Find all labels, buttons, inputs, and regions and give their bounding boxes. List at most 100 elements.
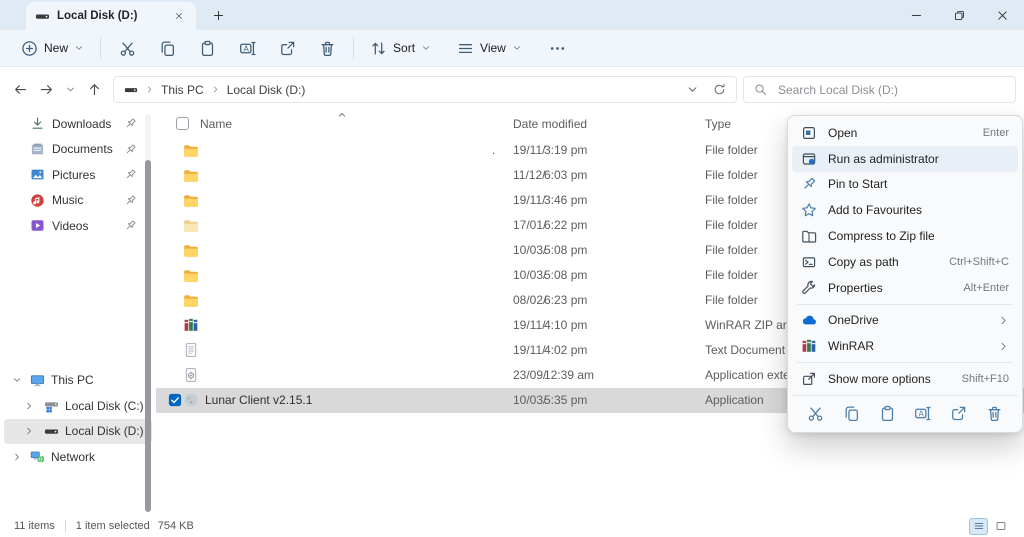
recent-locations-button[interactable] — [58, 77, 82, 101]
file-time-modified: 4:10 pm — [544, 318, 587, 332]
svg-text:A: A — [243, 44, 249, 53]
sidebar-item-downloads[interactable]: Downloads — [0, 111, 156, 137]
delete-button[interactable] — [308, 34, 346, 62]
file-time-modified: 5:08 pm — [544, 268, 587, 282]
file-name: Lunar Client v2.15.1 — [205, 393, 312, 407]
explorer-tab[interactable]: Local Disk (D:) — [26, 2, 196, 30]
cut-button[interactable] — [108, 34, 146, 62]
column-header-date-modified[interactable]: Date modified — [513, 117, 587, 131]
folder-icon — [183, 142, 199, 158]
sidebar-scrollbar-thumb[interactable] — [145, 160, 151, 512]
sidebar-scrollbar[interactable] — [145, 114, 151, 512]
menu-item-label: Open — [828, 126, 972, 140]
pin-icon[interactable] — [124, 219, 137, 232]
copy-button[interactable] — [148, 34, 186, 62]
lunar-icon — [183, 392, 199, 408]
file-time-modified: 6:22 pm — [544, 218, 587, 232]
sidebar-item-this-pc[interactable]: This PC — [4, 368, 152, 394]
up-button[interactable] — [82, 77, 106, 101]
details-view-button[interactable] — [969, 518, 988, 535]
search-box[interactable] — [743, 76, 1016, 103]
menu-item-pin-to-start[interactable]: Pin to Start — [792, 172, 1018, 198]
column-header-type[interactable]: Type — [705, 117, 731, 131]
file-name-trail: . — [492, 143, 495, 157]
cut-button[interactable] — [807, 405, 824, 422]
maximize-button[interactable] — [938, 0, 981, 30]
file-time-modified: 6:23 pm — [544, 293, 587, 307]
file-date-modified: 19/11/ — [513, 193, 545, 207]
menu-item-label: Properties — [828, 281, 952, 295]
pictures-icon — [30, 167, 45, 182]
sort-button[interactable]: Sort — [361, 35, 440, 62]
large-icons-view-button[interactable] — [991, 518, 1010, 535]
menu-item-winrar[interactable]: WinRAR — [792, 333, 1018, 359]
column-header-name[interactable]: Name — [200, 117, 232, 131]
share-button[interactable] — [268, 34, 306, 62]
folder-pale-icon — [183, 217, 199, 233]
pin-icon[interactable] — [124, 143, 137, 156]
sidebar-item-local-disk-c[interactable]: Local Disk (C:) — [4, 393, 152, 419]
menu-item-compress-to-zip-file[interactable]: Compress to Zip file — [792, 223, 1018, 249]
address-bar[interactable]: This PC Local Disk (D:) — [113, 76, 737, 103]
menu-item-label: Show more options — [828, 372, 951, 386]
rename-button[interactable]: A — [914, 405, 931, 422]
back-arrow-icon — [13, 82, 28, 97]
chevron-down-icon[interactable] — [12, 375, 22, 385]
row-checkbox[interactable] — [168, 393, 182, 407]
search-input[interactable] — [776, 82, 1005, 98]
menu-item-show-more-options[interactable]: Show more optionsShift+F10 — [792, 366, 1018, 392]
chevron-down-icon — [512, 43, 522, 53]
address-dropdown-icon[interactable] — [686, 83, 699, 96]
pin-icon[interactable] — [124, 168, 137, 181]
file-date-modified: 10/03/ — [513, 268, 546, 282]
rename-button[interactable]: A — [228, 34, 266, 62]
new-tab-button[interactable] — [210, 7, 227, 24]
sidebar-item-pictures[interactable]: Pictures — [0, 162, 156, 188]
menu-item-open[interactable]: OpenEnter — [792, 120, 1018, 146]
tab-close-icon[interactable] — [171, 8, 187, 24]
sidebar-item-network[interactable]: Network — [4, 444, 152, 470]
delete-button[interactable] — [986, 405, 1003, 422]
rename-icon: A — [239, 40, 256, 57]
command-toolbar: New A Sort View — [0, 30, 1024, 67]
new-button[interactable]: New — [12, 35, 93, 62]
zip-icon — [801, 228, 817, 244]
menu-item-run-as-administrator[interactable]: Run as administrator — [792, 146, 1018, 172]
back-button[interactable] — [8, 77, 32, 101]
paste-button[interactable] — [188, 34, 226, 62]
minimize-button[interactable] — [895, 0, 938, 30]
share-button[interactable] — [950, 405, 967, 422]
chevron-right-icon[interactable] — [12, 452, 22, 462]
menu-item-label: Pin to Start — [828, 177, 1009, 191]
sidebar-item-label: Documents — [52, 142, 113, 156]
select-all-checkbox[interactable] — [176, 117, 189, 130]
sort-label: Sort — [393, 41, 415, 55]
text-doc-icon — [183, 342, 199, 358]
copy-button[interactable] — [843, 405, 860, 422]
refresh-icon[interactable] — [713, 83, 726, 96]
menu-item-add-to-favourites[interactable]: Add to Favourites — [792, 197, 1018, 223]
sidebar-item-local-disk-d[interactable]: Local Disk (D:) — [4, 419, 152, 445]
close-button[interactable] — [981, 0, 1024, 30]
more-options-button[interactable] — [539, 34, 577, 62]
chevron-right-icon[interactable] — [24, 426, 34, 436]
file-time-modified: 5:08 pm — [544, 243, 587, 257]
menu-item-copy-as-path[interactable]: Copy as pathCtrl+Shift+C — [792, 249, 1018, 275]
paste-button[interactable] — [879, 405, 896, 422]
sidebar-item-videos[interactable]: Videos — [0, 213, 156, 239]
chevron-right-icon[interactable] — [24, 401, 34, 411]
sidebar-item-documents[interactable]: Documents — [0, 137, 156, 163]
selection-size: 754 KB — [158, 520, 194, 532]
search-icon — [754, 83, 767, 96]
menu-item-onedrive[interactable]: OneDrive — [792, 308, 1018, 334]
view-button[interactable]: View — [448, 35, 531, 62]
sidebar-item-music[interactable]: Music — [0, 188, 156, 214]
file-date-modified: 19/11/ — [513, 143, 545, 157]
forward-button[interactable] — [34, 77, 58, 101]
menu-item-properties[interactable]: PropertiesAlt+Enter — [792, 275, 1018, 301]
pin-icon[interactable] — [124, 117, 137, 130]
pin-icon[interactable] — [124, 194, 137, 207]
breadcrumb-this-pc[interactable]: This PC — [161, 83, 204, 97]
drive-icon — [124, 83, 138, 97]
breadcrumb-local-disk-d[interactable]: Local Disk (D:) — [227, 83, 306, 97]
